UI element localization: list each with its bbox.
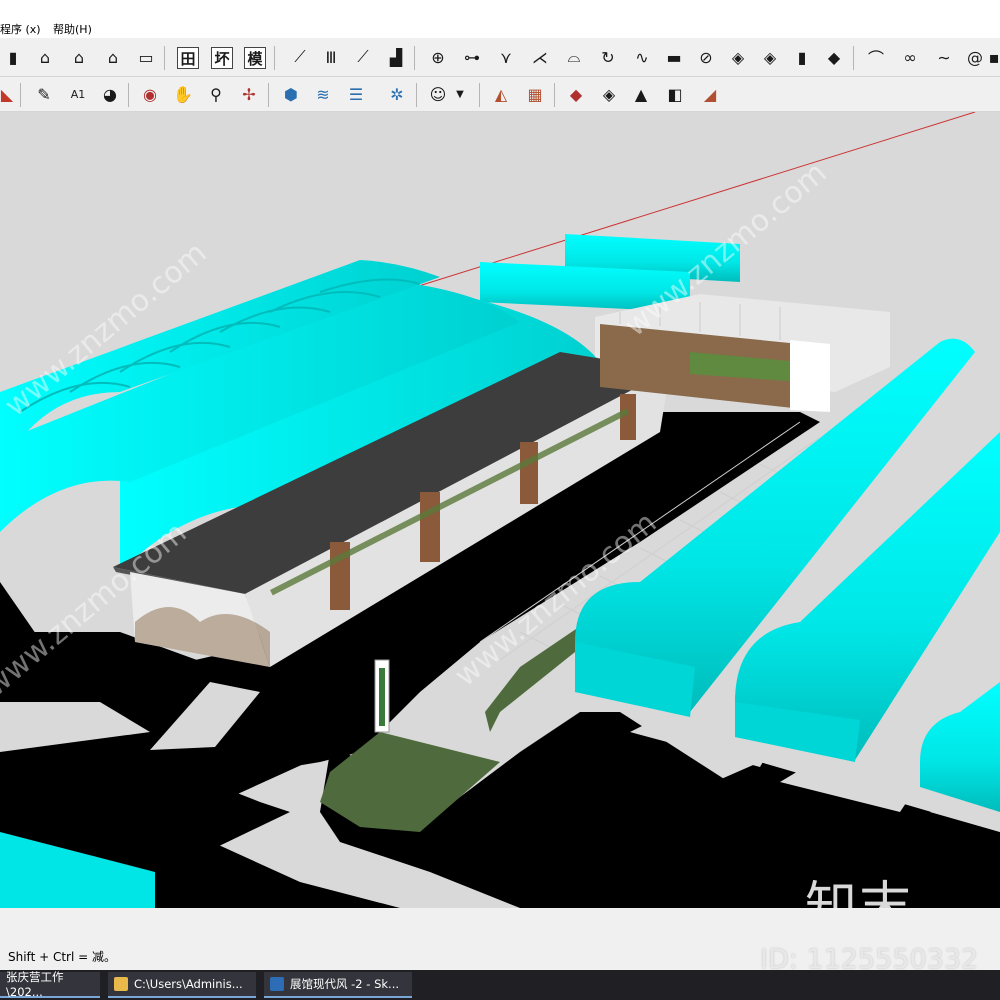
- signboard: [374, 659, 390, 733]
- tape-icon[interactable]: ✎: [31, 81, 57, 107]
- plane-icon[interactable]: ◈: [725, 44, 751, 70]
- column-icon[interactable]: Ⅲ: [318, 44, 344, 70]
- ramp-icon[interactable]: ⟋: [350, 44, 376, 70]
- toolbar-secondary: ◣ ✎ A1 ◕ ◉ ✋ ⚲ ✢ ⬢ ≋ ☰ ✲ ☺ ▼ ◭ ▦ ◆ ◈ ▲ ◧…: [0, 77, 1000, 112]
- orbit-icon[interactable]: ◉: [137, 81, 163, 107]
- section-icon[interactable]: ≋: [310, 81, 336, 107]
- branch-icon[interactable]: ⋎: [493, 44, 519, 70]
- drape-icon[interactable]: ◈: [596, 81, 622, 107]
- model-viewport[interactable]: www.znzmo.com www.znzmo.com www.znzmo.co…: [0, 112, 1000, 908]
- add-detail-icon[interactable]: ◢: [697, 81, 723, 107]
- taskbar-item-label: C:\Users\Adminis...: [134, 977, 243, 991]
- smoove-icon[interactable]: ▲: [628, 81, 654, 107]
- folder-icon: [114, 977, 128, 991]
- stairs-icon[interactable]: ⟋: [287, 44, 313, 70]
- taskbar-item-label: 展馆现代风 -2 - Sk...: [290, 977, 400, 991]
- bar-steps-icon[interactable]: ▟: [383, 44, 409, 70]
- status-message: Shift + Ctrl = 减。: [8, 950, 116, 964]
- solid-icon[interactable]: ◆: [821, 44, 847, 70]
- arch-icon[interactable]: ⌓: [561, 44, 587, 70]
- toolbar-primary: ▮ ⌂ ⌂ ⌂ ▭ 田 坏 模 ⟋ Ⅲ ⟋ ▟ ⊕ ⊶ ⋎ ⋌ ⌓ ↻ ∿ ▬ …: [0, 40, 1000, 77]
- menu-bar: 程序 (x) 帮助(H): [0, 0, 1000, 38]
- component-icon[interactable]: ⬢: [278, 81, 304, 107]
- split-icon[interactable]: ⋌: [527, 44, 553, 70]
- text-label-icon[interactable]: A1: [65, 81, 91, 107]
- house-outline-icon[interactable]: ⌂: [100, 44, 126, 70]
- stamp-icon[interactable]: ◆: [563, 81, 589, 107]
- status-bar: Shift + Ctrl = 减。 ID: 1125550332: [0, 908, 1000, 975]
- zoom-icon[interactable]: ⚲: [203, 81, 229, 107]
- home-icon[interactable]: ⌂: [32, 44, 58, 70]
- terrain-icon[interactable]: ◭: [488, 81, 514, 107]
- chevron-down-icon[interactable]: ▼: [452, 81, 468, 107]
- taskbar-item-folder-2[interactable]: C:\Users\Adminis...: [108, 972, 256, 998]
- wave-icon[interactable]: ∼: [931, 44, 957, 70]
- tool-mo-button[interactable]: 模: [244, 47, 266, 69]
- curve-icon[interactable]: ∿: [629, 44, 655, 70]
- taskbar-item-sketchup[interactable]: 展馆现代风 -2 - Sk...: [264, 972, 412, 998]
- scene-drawing: [0, 112, 1000, 908]
- line-node-icon[interactable]: ⊶: [459, 44, 485, 70]
- edge-icon[interactable]: ⊘: [693, 44, 719, 70]
- house-icon[interactable]: ⌂: [66, 44, 92, 70]
- taskbar-item-label: 张庆营工作\202...: [6, 970, 64, 999]
- rotate-icon[interactable]: ↻: [595, 44, 621, 70]
- building-icon[interactable]: ▭: [133, 44, 159, 70]
- sketchup-icon: [270, 977, 284, 991]
- stack-icon[interactable]: ☰: [343, 81, 369, 107]
- chain-icon[interactable]: ∞: [897, 44, 923, 70]
- zoom-extents-icon[interactable]: ✢: [236, 81, 262, 107]
- pan-hand-icon[interactable]: ✋: [170, 81, 196, 107]
- menu-help[interactable]: 帮助(H): [53, 23, 92, 37]
- brand-watermark: 知末: [805, 877, 914, 908]
- spiral-icon[interactable]: @: [962, 44, 988, 70]
- taskbar-item-folder-1[interactable]: 张庆营工作\202...: [0, 970, 100, 999]
- box-icon[interactable]: ▮: [789, 44, 815, 70]
- book-icon[interactable]: ▮: [0, 44, 26, 70]
- bar-icon[interactable]: ▬: [661, 44, 687, 70]
- gear-layers-icon[interactable]: ✲: [384, 81, 410, 107]
- taskbar: 张庆营工作\202... C:\Users\Adminis... 展馆现代风 -…: [0, 970, 1000, 1000]
- paint-bucket-icon[interactable]: ◕: [97, 81, 123, 107]
- flip-edge-icon[interactable]: ◧: [662, 81, 688, 107]
- layers-icon[interactable]: ◈: [757, 44, 783, 70]
- more-icon[interactable]: ▪: [988, 44, 1000, 70]
- node-icon[interactable]: ⊕: [425, 44, 451, 70]
- tool-tian-button[interactable]: 田: [177, 47, 199, 69]
- dome-icon[interactable]: ⌒: [863, 44, 889, 70]
- tool-huai-button[interactable]: 坏: [211, 47, 233, 69]
- user-icon[interactable]: ☺: [425, 81, 451, 107]
- menu-program[interactable]: 程序 (x): [0, 23, 41, 37]
- export-icon[interactable]: ◣: [0, 81, 14, 107]
- grid-terrain-icon[interactable]: ▦: [522, 81, 548, 107]
